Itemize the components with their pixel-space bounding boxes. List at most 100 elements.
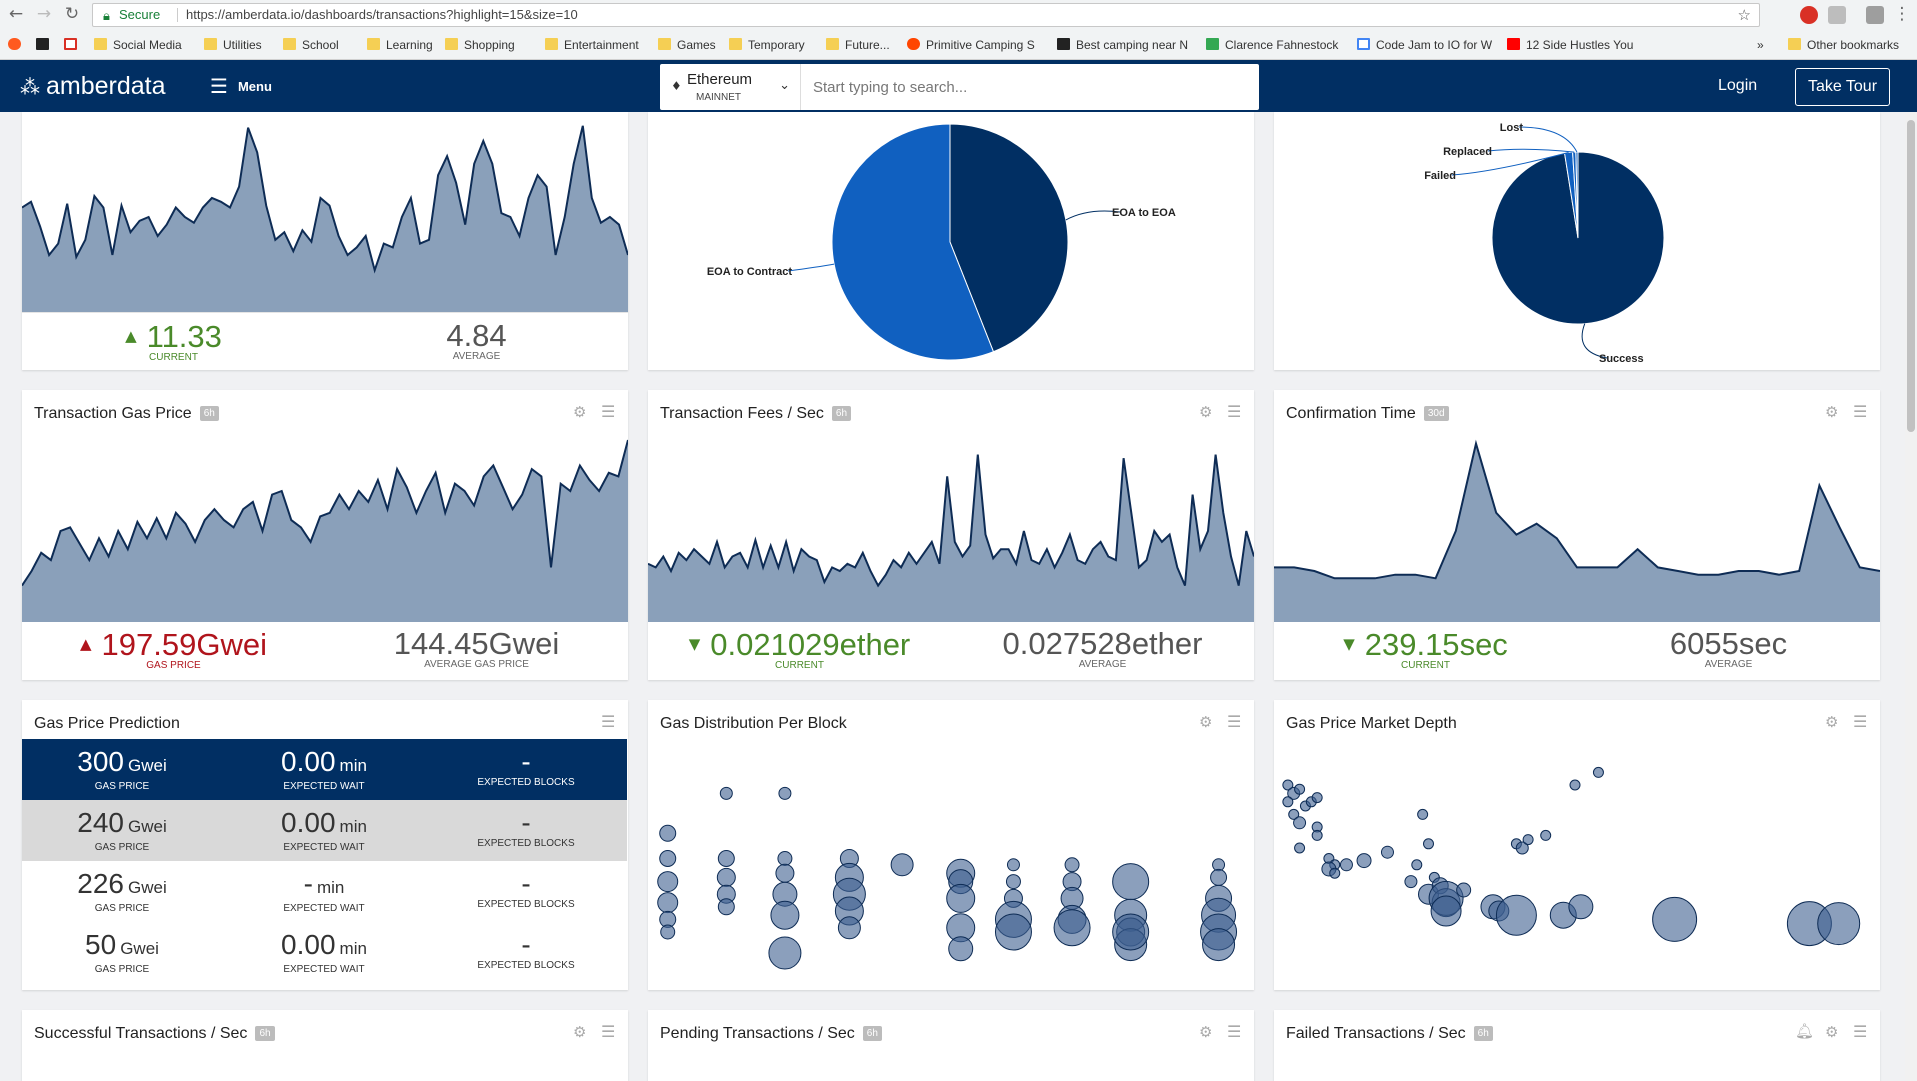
other-bookmarks[interactable]: Other bookmarks (1788, 37, 1913, 53)
bubble-point[interactable] (1417, 808, 1429, 820)
bookmark-item[interactable]: Temporary (729, 37, 819, 53)
extension-icon[interactable] (1828, 6, 1846, 24)
bookmark-item[interactable]: Best camping near N (1057, 37, 1193, 53)
bookmark-item[interactable]: Learning (367, 37, 457, 53)
bubble-point[interactable] (1282, 796, 1294, 808)
bubble-point[interactable] (1495, 894, 1537, 936)
bubble-point[interactable] (1817, 902, 1861, 946)
bubble-point[interactable] (1339, 858, 1353, 872)
bubble-point[interactable] (657, 892, 679, 914)
bubble-point[interactable] (1423, 838, 1434, 850)
menu-icon[interactable]: ☰ (1853, 1022, 1867, 1041)
bubble-point[interactable] (946, 883, 976, 913)
menu-button[interactable]: ☰ Menu (210, 74, 272, 99)
bubble-point[interactable] (890, 853, 914, 877)
menu-icon[interactable]: ☰ (1227, 712, 1241, 731)
bubble-point[interactable] (1293, 816, 1307, 830)
reload-icon[interactable]: ↻ (62, 4, 82, 24)
network-selector[interactable]: ♦ Ethereum MAINNET ⌄ (660, 64, 801, 110)
bubble-point[interactable] (1294, 842, 1306, 854)
bubble-point[interactable] (717, 850, 735, 867)
gear-icon[interactable]: ⚙ (1825, 713, 1838, 731)
gear-icon[interactable]: ⚙ (573, 1023, 586, 1041)
bubble-point[interactable] (1311, 792, 1323, 804)
gear-icon[interactable]: ⚙ (1199, 403, 1212, 421)
bookmark-icon[interactable] (8, 37, 27, 53)
bookmark-star-icon[interactable]: ☆ (1738, 4, 1751, 26)
bubble-point[interactable] (1294, 783, 1306, 795)
gear-icon[interactable]: ⚙ (1199, 1023, 1212, 1041)
scrollbar[interactable] (1905, 112, 1917, 1081)
bubble-point[interactable] (1568, 894, 1594, 920)
bubble-point[interactable] (1592, 766, 1604, 778)
menu-icon[interactable]: ☰ (1853, 402, 1867, 421)
bookmark-item[interactable]: Social Media (94, 37, 194, 53)
back-icon[interactable]: ← (6, 4, 26, 24)
bubble-point[interactable] (1430, 895, 1462, 927)
bookmark-item[interactable]: Shopping (445, 37, 535, 53)
bubble-point[interactable] (1006, 858, 1020, 872)
bubble-point[interactable] (1652, 896, 1698, 942)
bubble-point[interactable] (837, 916, 861, 940)
bubble-point[interactable] (1311, 829, 1323, 841)
bubble-point[interactable] (716, 867, 736, 887)
browser-menu-icon[interactable]: ⋮ (1892, 4, 1912, 24)
bookmark-item[interactable]: Games (658, 37, 728, 53)
profile-icon[interactable] (1866, 6, 1884, 24)
bubble-point[interactable] (1202, 928, 1236, 962)
bubble-point[interactable] (768, 936, 802, 970)
bubble-point[interactable] (1329, 867, 1341, 879)
gear-icon[interactable]: ⚙ (1199, 713, 1212, 731)
bubble-point[interactable] (1053, 909, 1091, 947)
bubble-point[interactable] (1380, 845, 1394, 859)
gear-icon[interactable]: ⚙ (573, 403, 586, 421)
menu-icon[interactable]: ☰ (1227, 402, 1241, 421)
bubble-point[interactable] (1112, 913, 1150, 951)
bookmark-item[interactable]: School (283, 37, 363, 53)
login-link[interactable]: Login (1718, 74, 1757, 98)
menu-icon[interactable]: ☰ (601, 1022, 615, 1041)
bookmark-icon[interactable] (36, 37, 55, 53)
bubble-point[interactable] (994, 913, 1032, 951)
bubble-point[interactable] (717, 898, 735, 916)
bubble-point[interactable] (1210, 868, 1228, 886)
omnibox[interactable]: 🔒︎ Secure https://amberdata.io/dashboard… (92, 3, 1760, 27)
bookmark-item[interactable]: Entertainment (545, 37, 655, 53)
bookmark-item[interactable]: Future... (826, 37, 906, 53)
bubble-point[interactable] (778, 786, 792, 800)
menu-icon[interactable]: ☰ (1853, 712, 1867, 731)
bubble-point[interactable] (777, 851, 793, 866)
bubble-point[interactable] (659, 850, 677, 867)
bubble-point[interactable] (1404, 875, 1418, 889)
search-input[interactable] (801, 64, 1259, 110)
bubble-point[interactable] (1456, 882, 1472, 898)
bookmark-item[interactable]: 12 Side Hustles You (1507, 37, 1643, 53)
bubble-point[interactable] (660, 924, 676, 940)
bubble-point[interactable] (948, 936, 974, 962)
bell-icon[interactable]: 🔔︎ (1795, 1022, 1814, 1040)
bubble-point[interactable] (775, 863, 795, 883)
menu-icon[interactable]: ☰ (601, 712, 615, 731)
bubble-point[interactable] (1540, 829, 1552, 841)
bookmark-item[interactable]: Primitive Camping S (907, 37, 1043, 53)
bookmark-item[interactable]: Utilities (204, 37, 284, 53)
take-tour-button[interactable]: Take Tour (1795, 68, 1890, 106)
bubble-point[interactable] (1569, 779, 1581, 791)
bookmarks-overflow-icon[interactable]: » (1757, 37, 1764, 53)
logo[interactable]: ⁂ amberdata (20, 68, 166, 104)
bubble-point[interactable] (659, 824, 677, 842)
bubble-point[interactable] (1356, 853, 1372, 869)
scrollbar-thumb[interactable] (1907, 120, 1915, 432)
forward-icon[interactable]: → (34, 4, 54, 24)
bubble-point[interactable] (1005, 874, 1021, 890)
url-text[interactable]: https://amberdata.io/dashboards/transact… (186, 4, 578, 26)
bubble-point[interactable] (770, 900, 800, 930)
extension-icon[interactable] (1800, 6, 1818, 24)
menu-icon[interactable]: ☰ (601, 402, 615, 421)
bubble-point[interactable] (657, 871, 679, 893)
bubble-point[interactable] (1411, 859, 1423, 871)
menu-icon[interactable]: ☰ (1227, 1022, 1241, 1041)
bookmark-item[interactable]: Code Jam to IO for W (1357, 37, 1497, 53)
bubble-point[interactable] (1064, 857, 1080, 873)
gear-icon[interactable]: ⚙ (1825, 403, 1838, 421)
